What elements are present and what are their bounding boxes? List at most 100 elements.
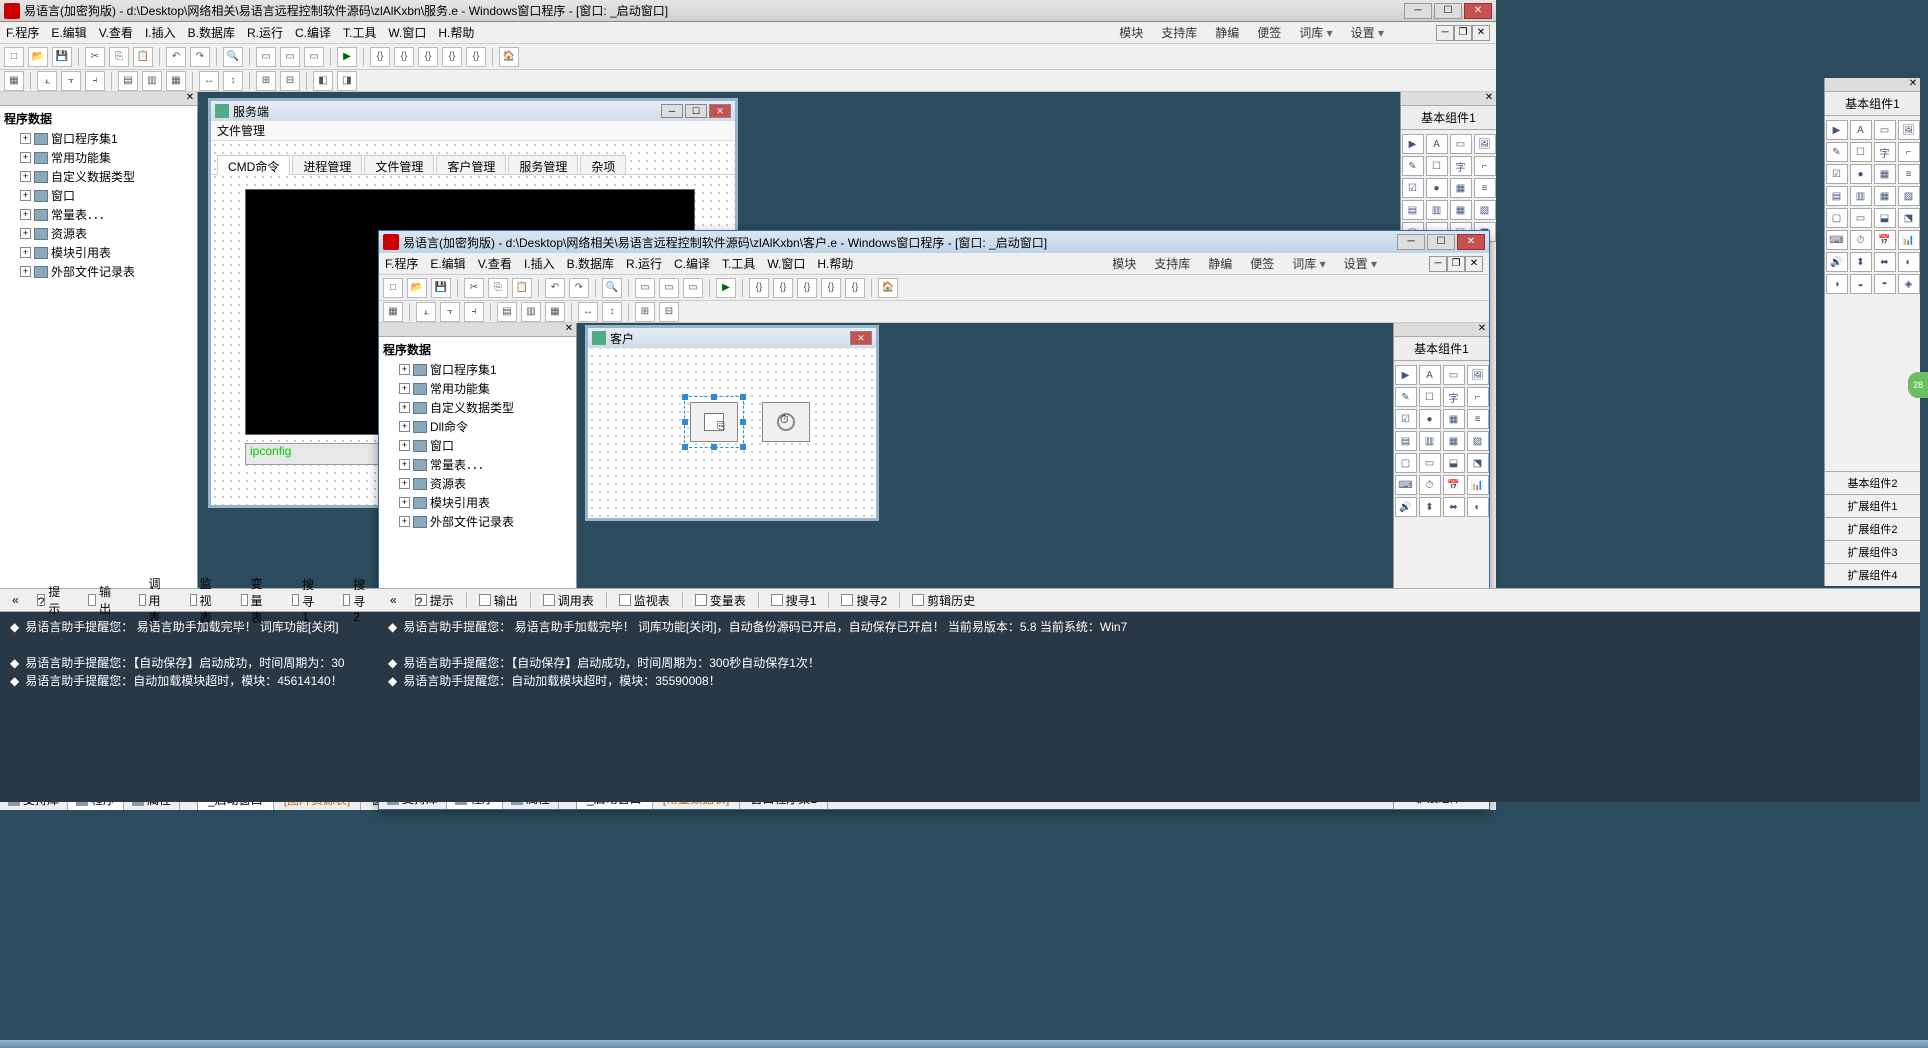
menu-module[interactable]: 模块	[1119, 24, 1143, 41]
palette-component[interactable]: ⬓	[1443, 453, 1465, 473]
logtab-arrow[interactable]: «	[4, 591, 27, 609]
palette-component[interactable]: 📊	[1467, 475, 1489, 495]
taskbar[interactable]	[0, 1040, 1928, 1048]
palette-component[interactable]: 🖼	[1467, 365, 1489, 385]
tb2-find[interactable]: 🔍	[602, 278, 622, 298]
expand-icon[interactable]: +	[399, 383, 410, 394]
tree-item[interactable]: +资源表	[395, 474, 574, 493]
expand-icon[interactable]: +	[20, 209, 31, 220]
logtab2-clipboard[interactable]: 剪辑历史	[904, 590, 983, 611]
al2-4[interactable]: ⫞	[464, 302, 484, 322]
palette-component[interactable]: ⬌	[1443, 497, 1465, 517]
logtab2-vars[interactable]: 变量表	[687, 590, 754, 611]
tb-run[interactable]: ▶	[337, 47, 357, 67]
palette-component[interactable]: ●	[1426, 178, 1448, 198]
palette-component[interactable]: ▶	[1402, 134, 1424, 154]
mdi-close[interactable]: ✕	[1472, 25, 1490, 41]
minimize-button[interactable]: ─	[1404, 3, 1432, 19]
palette-component[interactable]: ▧	[1467, 431, 1489, 451]
expand-icon[interactable]: +	[20, 247, 31, 258]
menu2-edit[interactable]: E.编辑	[430, 255, 465, 272]
mdi2-close[interactable]: ✕	[1465, 256, 1483, 272]
palette-component[interactable]: ⏱	[1419, 475, 1441, 495]
palette-component[interactable]: ▢	[1395, 453, 1417, 473]
palette-component[interactable]: 字	[1443, 387, 1465, 407]
al2-1[interactable]: ▦	[383, 302, 403, 322]
palette-component[interactable]: 🖼	[1898, 120, 1920, 140]
expand-icon[interactable]: +	[20, 152, 31, 163]
al2-5[interactable]: ▤	[497, 302, 517, 322]
tb-new[interactable]: □	[4, 47, 24, 67]
menu2-settings[interactable]: 设置	[1344, 255, 1377, 272]
palette-component[interactable]: ≡	[1467, 409, 1489, 429]
palette-component[interactable]: 🔊	[1826, 252, 1848, 272]
logtab-search2[interactable]: 搜寻2	[335, 574, 378, 626]
tb-cut[interactable]: ✂	[85, 47, 105, 67]
menu-window[interactable]: W.窗口	[388, 24, 426, 41]
tb-step3[interactable]: {}	[418, 47, 438, 67]
menu2-program[interactable]: F.程序	[385, 255, 418, 272]
tb2-w3[interactable]: ▭	[683, 278, 703, 298]
al-9[interactable]: ↕	[223, 71, 243, 91]
tree-item[interactable]: +资源表	[16, 224, 195, 243]
palette-component[interactable]: ☑	[1395, 409, 1417, 429]
tb-save[interactable]: 💾	[52, 47, 72, 67]
tb2-new[interactable]: □	[383, 278, 403, 298]
al-3[interactable]: ⫟	[61, 71, 81, 91]
palette-component[interactable]: ⬔	[1898, 208, 1920, 228]
pftab2-ext4[interactable]: 扩展组件4	[1825, 563, 1920, 586]
component-client[interactable]	[690, 402, 738, 442]
palette-component[interactable]: ⌨	[1395, 475, 1417, 495]
al2-7[interactable]: ▦	[545, 302, 565, 322]
logtab2-output[interactable]: 输出	[471, 590, 526, 611]
palette-component[interactable]: ▶	[1395, 365, 1417, 385]
menu2-run[interactable]: R.运行	[626, 255, 662, 272]
close-button2[interactable]: ✕	[1457, 234, 1485, 250]
tb-step4[interactable]: {}	[442, 47, 462, 67]
panel-close-icon[interactable]: ✕	[183, 92, 197, 105]
palette-component[interactable]: ⌐	[1898, 142, 1920, 162]
palette-component[interactable]: ▦	[1874, 186, 1896, 206]
tb-win1[interactable]: ▭	[256, 47, 276, 67]
designer-window-client[interactable]: 客户 ✕	[585, 325, 879, 521]
tree-item[interactable]: +Dll命令	[395, 417, 574, 436]
palette-component[interactable]: ▤	[1826, 186, 1848, 206]
palette-component[interactable]: ▭	[1450, 134, 1472, 154]
menu2-help[interactable]: H.帮助	[817, 255, 853, 272]
tb2-s2[interactable]: {}	[773, 278, 793, 298]
logtab2-search2[interactable]: 搜寻2	[833, 590, 895, 611]
tree-item[interactable]: +模块引用表	[16, 243, 195, 262]
logtab2-callstack[interactable]: 调用表	[535, 590, 602, 611]
tree-item[interactable]: +窗口	[395, 436, 574, 455]
menu2-database[interactable]: B.数据库	[567, 255, 614, 272]
maximize-button2[interactable]: ☐	[1427, 234, 1455, 250]
palette-component[interactable]: 字	[1874, 142, 1896, 162]
palette-component[interactable]: ▦	[1874, 164, 1896, 184]
pftab2-basic2[interactable]: 基本组件2	[1825, 471, 1920, 494]
panel2-close[interactable]: ✕	[562, 323, 576, 336]
menu-compile[interactable]: C.编译	[295, 24, 331, 41]
palette-component[interactable]: 📅	[1443, 475, 1465, 495]
menu2-supportlib[interactable]: 支持库	[1154, 255, 1190, 272]
expand-icon[interactable]: +	[399, 516, 410, 527]
palette-close[interactable]: ✕	[1482, 92, 1496, 105]
form-max[interactable]: ☐	[685, 104, 707, 118]
expand-icon[interactable]: +	[399, 459, 410, 470]
tb2-w2[interactable]: ▭	[659, 278, 679, 298]
palette-component[interactable]: A	[1850, 120, 1872, 140]
expand-icon[interactable]: +	[20, 228, 31, 239]
tree-item[interactable]: +模块引用表	[395, 493, 574, 512]
menu-program[interactable]: F.程序	[6, 24, 39, 41]
palette-component[interactable]: ▧	[1474, 200, 1496, 220]
palette-component[interactable]: ⌐	[1474, 156, 1496, 176]
minimize-button2[interactable]: ─	[1397, 234, 1425, 250]
tb-copy[interactable]: ⎘	[109, 47, 129, 67]
expand-icon[interactable]: +	[399, 478, 410, 489]
tb2-paste[interactable]: 📋	[512, 278, 532, 298]
menu2-module[interactable]: 模块	[1112, 255, 1136, 272]
menu2-insert[interactable]: I.插入	[524, 255, 555, 272]
expand-icon[interactable]: +	[399, 402, 410, 413]
tree-item[interactable]: +窗口程序集1	[395, 360, 574, 379]
console-output1[interactable]: ◆易语言助手提醒您： 易语言助手加载完毕！ 词库功能[关闭] ◆易语言助手提醒您…	[0, 612, 378, 802]
expand-icon[interactable]: +	[20, 171, 31, 182]
